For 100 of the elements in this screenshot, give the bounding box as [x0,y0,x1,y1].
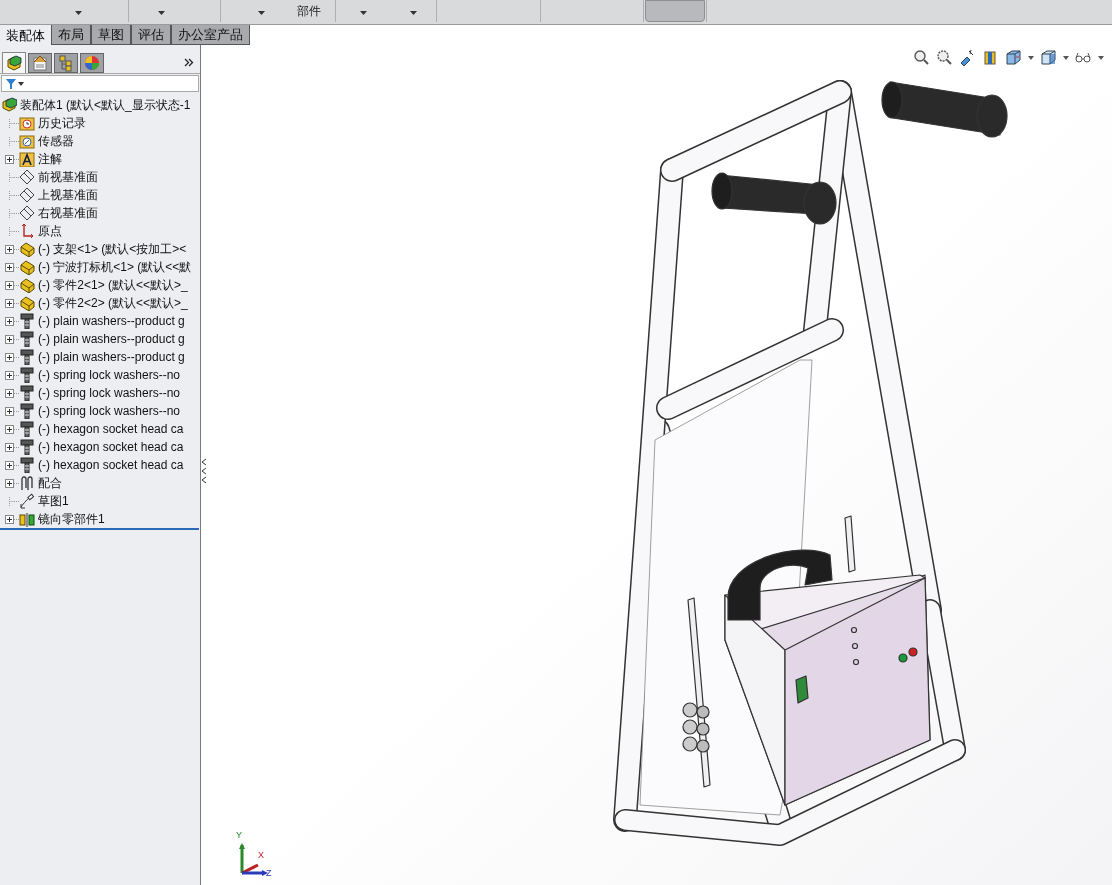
expand-icon [5,262,14,272]
tree-item-label[interactable]: 装配体1 (默认<默认_显示状态-1 [20,96,191,114]
collapse-handle-icon[interactable] [201,457,207,485]
hierarchy-icon [57,53,75,72]
caret-icon [410,11,417,15]
tree-item-label[interactable]: (-) plain washers--product g [38,312,185,330]
panel-tab[interactable] [80,52,104,73]
caret-icon[interactable] [1063,55,1069,60]
tree-item-label[interactable]: (-) plain washers--product g [38,330,185,348]
tree-item-label[interactable]: (-) 零件2<1> (默认<<默认>_ [38,276,188,294]
bolt-icon [19,403,35,419]
caret-icon[interactable] [1028,55,1034,60]
tree-item-label[interactable]: 草图1 [38,492,69,510]
command-tab[interactable]: 布局 [51,25,91,45]
paperclip-icon [19,475,35,491]
expand-icon [5,244,14,254]
bolt-icon [19,439,35,455]
shaded-cube-icon[interactable] [1040,49,1057,66]
filter-field[interactable] [1,75,199,92]
clock-folder-icon [19,115,35,131]
bolt-icon [19,457,35,473]
expand-icon [5,478,14,488]
expand-icon [5,352,14,362]
tree-item-label[interactable]: 原点 [38,222,62,240]
filter-icon [6,78,16,89]
command-tab[interactable]: 评估 [131,25,171,45]
double-chevron-icon [184,58,194,67]
plane-icon [19,187,35,203]
tree-item-label[interactable]: (-) spring lock washers--no [38,384,181,402]
tree-item-label[interactable]: 配合 [38,474,62,492]
expand-icon [5,388,14,398]
caret-icon [18,81,24,86]
bolt-icon [19,331,35,347]
caret-icon [360,11,367,15]
component-icon [19,259,35,275]
tree-item-label[interactable]: (-) hexagon socket head ca [38,456,184,474]
expand-icon [5,370,14,380]
panel-tab[interactable] [28,52,52,73]
expand-icon [5,460,14,470]
bolt-icon [19,313,35,329]
expand-icon [5,514,14,524]
section-view-icon[interactable] [982,49,999,66]
tree-item-label[interactable]: (-) spring lock washers--no [38,366,181,384]
expand-icon [5,316,14,326]
pencil-sketch-icon [19,493,35,509]
tree-item-label[interactable]: 镜向零部件1 [38,510,105,528]
caret-icon [75,11,82,15]
bolt-icon [19,349,35,365]
letter-a-icon [19,151,35,167]
origin-icon [19,223,35,239]
house-icon [31,53,49,72]
tree-item-label[interactable]: (-) 零件2<2> (默认<<默认>_ [38,294,188,312]
bolt-icon [19,367,35,383]
tree-item-label[interactable]: 历史记录 [38,114,86,132]
component-icon [19,295,35,311]
axis-label: Z [266,869,272,878]
flashlight-icon[interactable] [959,49,976,66]
caret-icon [258,11,265,15]
tree-item-label[interactable]: 上视基准面 [38,186,98,204]
tree-item-label[interactable]: 注解 [38,150,62,168]
component-icon [19,241,35,257]
bolt-icon [19,421,35,437]
panel-tab[interactable] [54,52,78,73]
bolt-icon [19,385,35,401]
tree-item-label[interactable]: (-) 宁波打标机<1> (默认<<默 [38,258,192,276]
axis-label: Y [236,831,242,840]
expand-icon [5,298,14,308]
gauge-folder-icon [19,133,35,149]
tree-item-label[interactable]: 传感器 [38,132,74,150]
tree-item-label[interactable]: (-) plain washers--product g [38,348,185,366]
tree-item-label[interactable]: (-) 支架<1> (默认<按加工>< [38,240,187,258]
command-tab[interactable]: 草图 [91,25,131,45]
caret-icon[interactable] [1098,55,1104,60]
tree-item-label[interactable]: (-) hexagon socket head ca [38,420,184,438]
plane-icon [19,205,35,221]
command-tab[interactable]: 办公室产品 [171,25,250,45]
expand-icon [5,424,14,434]
expand-icon [5,280,14,290]
mirror-icon [19,511,35,527]
tree-item-label[interactable]: (-) hexagon socket head ca [38,438,184,456]
tree-item-label[interactable]: (-) spring lock washers--no [38,402,181,420]
command-tab[interactable]: 装配体 [0,25,51,45]
expand-icon [5,442,14,452]
tree-item-label[interactable]: 前视基准面 [38,168,98,186]
caret-icon [158,11,165,15]
zoom-area-icon[interactable] [936,49,953,66]
expand-icon [5,334,14,344]
assembly-icon [1,97,17,113]
plane-icon [19,169,35,185]
zoom-icon[interactable] [913,49,930,66]
expand-icon [5,406,14,416]
assembly-icon [5,54,23,72]
component-icon [19,277,35,293]
expand-icon [5,154,14,164]
axis-label: X [258,851,264,860]
cube-view-icon[interactable] [1005,49,1022,66]
tree-item-label[interactable]: 右视基准面 [38,204,98,222]
color-wheel-icon [83,53,101,72]
toolbar-label: 部件 [297,5,321,18]
panel-tab[interactable] [2,52,26,73]
